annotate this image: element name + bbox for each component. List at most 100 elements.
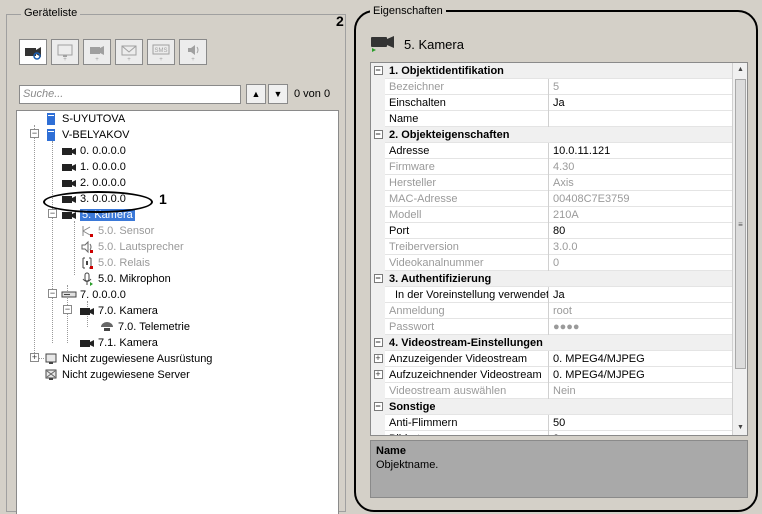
property-row[interactable]: Name xyxy=(371,110,747,127)
property-grid-scrollbar[interactable]: ▲ ≡ ▼ xyxy=(732,63,747,435)
property-row[interactable]: Anmeldung root xyxy=(371,302,747,319)
relay-icon xyxy=(79,256,95,270)
property-value[interactable]: 4.30 xyxy=(549,159,574,175)
row-gutter xyxy=(371,254,385,271)
tree-item-label: V-BELYAKOV xyxy=(62,129,130,141)
property-value[interactable]: 80 xyxy=(549,223,565,239)
server-icon xyxy=(43,112,59,126)
property-row[interactable]: Einschalten Ja xyxy=(371,94,747,111)
property-value[interactable]: 3.0.0 xyxy=(549,239,577,255)
svg-text:+: + xyxy=(159,57,163,61)
tree-item-relay[interactable]: 5.0. Relais xyxy=(79,255,150,271)
chevron-down-icon: ▼ xyxy=(273,89,283,99)
camera-search-button[interactable] xyxy=(19,39,47,65)
scroll-thumb[interactable]: ≡ xyxy=(735,79,746,369)
tree-expander-7[interactable]: − xyxy=(48,289,57,298)
property-row[interactable]: Bildrate0 xyxy=(371,430,747,436)
collapse-icon[interactable]: − xyxy=(373,274,383,283)
tree-item-unassigned-equipment[interactable]: Nicht zugewiesene Ausrüstung xyxy=(43,351,212,367)
property-value[interactable]: 210A xyxy=(549,207,579,223)
property-value[interactable]: Nein xyxy=(549,383,576,399)
search-next-button[interactable]: ▼ xyxy=(268,84,288,104)
search-input[interactable] xyxy=(19,84,241,104)
property-row[interactable]: Hersteller Axis xyxy=(371,174,747,191)
add-camera-button[interactable]: + xyxy=(83,39,111,65)
property-value[interactable]: root xyxy=(549,303,572,319)
unassigned-server-icon xyxy=(43,368,59,382)
telemetry-icon xyxy=(99,320,115,334)
property-value[interactable]: Axis xyxy=(549,175,574,191)
collapse-icon[interactable]: − xyxy=(373,130,383,139)
scroll-up-icon[interactable]: ▲ xyxy=(733,63,747,77)
tree-item-microphone[interactable]: 5.0. Mikrophon xyxy=(79,271,171,287)
tree-item-label: 5.0. Relais xyxy=(98,257,150,269)
tree-item-sensor[interactable]: 5.0. Sensor xyxy=(79,223,154,239)
property-row[interactable]: In der Voreinstellung verwendet Ja xyxy=(371,286,747,303)
tree-item-video-server-7[interactable]: 7. 0.0.0.0 xyxy=(61,287,126,303)
property-row[interactable]: Anti-Flimmern 50 xyxy=(371,414,747,431)
property-value[interactable]: 0 xyxy=(549,255,559,271)
property-row[interactable]: Port 80 xyxy=(371,222,747,239)
property-value[interactable]: 0. MPEG4/MJPEG xyxy=(549,367,645,383)
search-row: ▲ ▼ 0 von 0 xyxy=(19,84,330,104)
property-category[interactable]: −4. Videostream-Einstellungen xyxy=(371,334,747,351)
add-sms-button[interactable]: SMS + xyxy=(147,39,175,65)
property-category[interactable]: −3. Authentifizierung xyxy=(371,270,747,287)
property-value[interactable]: 00408C7E3759 xyxy=(549,191,629,207)
add-speaker-icon: + xyxy=(188,45,199,61)
property-row[interactable]: Firmware 4.30 xyxy=(371,158,747,175)
tree-expander-5-kamera[interactable]: − xyxy=(48,209,57,218)
property-row[interactable]: Adresse 10.0.11.121 xyxy=(371,142,747,159)
search-prev-button[interactable]: ▲ xyxy=(246,84,266,104)
property-value[interactable]: Ja xyxy=(549,95,565,111)
expand-icon[interactable]: + xyxy=(373,370,383,379)
add-mail-button[interactable]: + xyxy=(115,39,143,65)
tree-item-speaker[interactable]: 5.0. Lautsprecher xyxy=(79,239,184,255)
property-name: Bezeichner xyxy=(385,78,549,95)
property-category[interactable]: −1. Objektidentifikation xyxy=(371,63,747,79)
property-row[interactable]: Modell 210A xyxy=(371,206,747,223)
collapse-icon[interactable]: − xyxy=(373,338,383,347)
collapse-icon[interactable]: − xyxy=(373,402,383,411)
property-value[interactable]: 50 xyxy=(549,415,565,431)
tree-item-camera-7-1[interactable]: 7.1. Kamera xyxy=(79,335,158,351)
tree-item-label: 1. 0.0.0.0 xyxy=(80,161,126,173)
add-monitor-button[interactable]: + xyxy=(51,39,79,65)
tree-item-s-uyutova[interactable]: S-UYUTOVA xyxy=(43,111,125,127)
tree-expander-7-0-kamera[interactable]: − xyxy=(63,305,72,314)
property-value[interactable]: Ja xyxy=(549,287,565,303)
property-name: Modell xyxy=(385,206,549,223)
property-row[interactable]: Videokanalnummer 0 xyxy=(371,254,747,271)
tree-item-camera-7-0[interactable]: 7.0. Kamera xyxy=(79,303,158,319)
property-row[interactable]: Passwort ●●●● xyxy=(371,318,747,335)
collapse-icon[interactable]: − xyxy=(373,66,383,75)
tree-item-camera-0[interactable]: 0. 0.0.0.0 xyxy=(61,143,126,159)
property-value[interactable] xyxy=(549,111,553,127)
property-category[interactable]: − Sonstige xyxy=(371,398,747,415)
tree-item-v-belyakov[interactable]: V-BELYAKOV xyxy=(43,127,129,143)
property-row[interactable]: Videostream auswählen Nein xyxy=(371,382,747,399)
property-row[interactable]: + Aufzuzeichnender Videostream 0. MPEG4/MJ… xyxy=(371,366,747,383)
property-value[interactable]: 0. MPEG4/MJPEG xyxy=(549,351,645,367)
tree-item-camera-1[interactable]: 1. 0.0.0.0 xyxy=(61,159,126,175)
property-value[interactable]: ●●●● xyxy=(549,319,580,335)
property-row[interactable]: Bezeichner 5 xyxy=(371,78,747,95)
tree-item-telemetry[interactable]: 7.0. Telemetrie xyxy=(99,319,190,335)
tree-item-camera-2[interactable]: 2. 0.0.0.0 xyxy=(61,175,126,191)
add-speaker-button[interactable]: + xyxy=(179,39,207,65)
tree-expander-v-belyakov[interactable]: − xyxy=(30,129,39,138)
property-row[interactable]: + Anzuzeigender Videostream 0. MPEG4/MJPEG xyxy=(371,350,747,367)
svg-text:+: + xyxy=(127,57,131,61)
property-row[interactable]: MAC-Adresse 00408C7E3759 xyxy=(371,190,747,207)
property-name: Anmeldung xyxy=(385,302,549,319)
tree-item-unassigned-servers[interactable]: Nicht zugewiesene Server xyxy=(43,367,190,383)
property-name: Einschalten xyxy=(385,94,549,111)
scroll-down-icon[interactable]: ▼ xyxy=(733,421,747,435)
property-category[interactable]: −2. Objekteigenschaften xyxy=(371,126,747,143)
tree-expander-unassigned-equipment[interactable]: + xyxy=(30,353,39,362)
property-value[interactable]: 0 xyxy=(549,431,559,436)
property-value[interactable]: 10.0.11.121 xyxy=(549,143,610,159)
property-row[interactable]: Treiberversion 3.0.0 xyxy=(371,238,747,255)
property-value[interactable]: 5 xyxy=(549,79,559,95)
expand-icon[interactable]: + xyxy=(373,354,383,363)
